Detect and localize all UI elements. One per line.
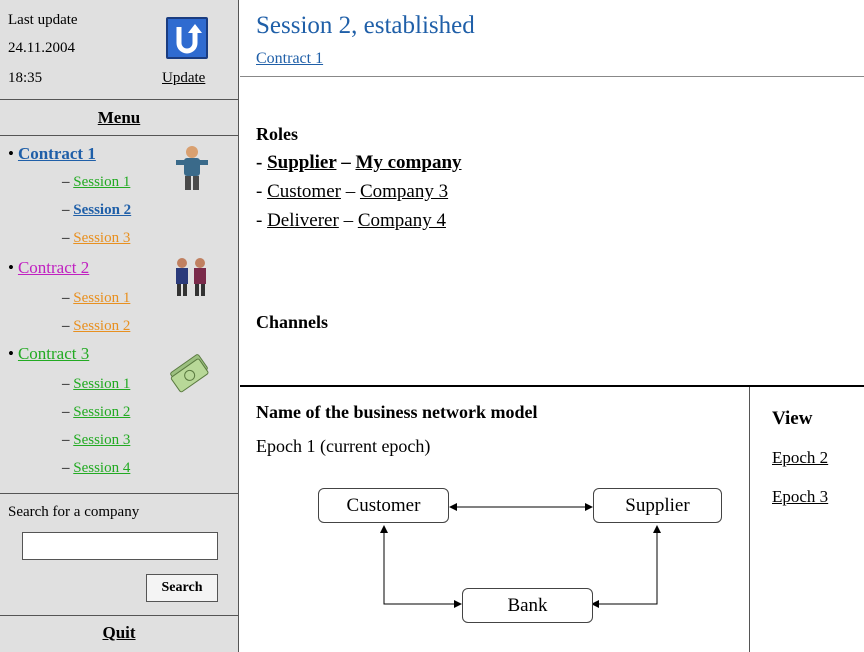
session-link[interactable]: Session 2 [73,318,130,334]
company-link[interactable]: Company 4 [358,210,446,231]
session-link[interactable]: Session 1 [73,174,130,190]
contract-1-session-1[interactable]: – Session 1 [62,174,130,191]
network-model-heading: Name of the business network model [256,402,538,422]
supplier-bank-connector [591,525,661,608]
search-label: Search for a company [8,504,140,520]
session-link[interactable]: Session 2 [73,404,130,420]
menu-title-text: Menu [97,108,141,127]
epoch-3-link[interactable]: Epoch 3 [772,487,828,507]
session-link[interactable]: Session 3 [73,432,130,448]
session-link[interactable]: Session 1 [73,290,130,306]
last-update-label: Last update [8,12,78,28]
worker-icon [176,146,208,190]
company-link[interactable]: My company [355,152,461,173]
epoch-2-link[interactable]: Epoch 2 [772,448,828,468]
contract-3-session-1[interactable]: – Session 1 [62,376,130,393]
bank-node: Bank [462,588,593,623]
sidebar: Last update 24.11.2004 18:35 Update Menu… [0,0,239,652]
contract-3-session-2[interactable]: – Session 2 [62,404,130,421]
search-button[interactable]: Search [146,574,218,602]
contract-2-item[interactable]: • Contract 2 [8,258,89,278]
customer-node: Customer [318,488,449,523]
current-epoch-label: Epoch 1 (current epoch) [256,436,431,456]
role-link[interactable]: Supplier [267,152,336,173]
role-link[interactable]: Deliverer [267,210,339,231]
update-arrow-icon[interactable] [166,17,208,59]
supplier-node: Supplier [593,488,722,523]
contract-2-session-2[interactable]: – Session 2 [62,318,130,335]
contract-1-session-3[interactable]: – Session 3 [62,230,130,247]
vertical-divider [749,387,750,652]
role-row-supplier: - Supplier – My company [256,152,462,173]
session-link[interactable]: Session 1 [73,376,130,392]
channels-heading: Channels [256,312,329,332]
last-update-time: 18:35 [8,70,43,86]
contract-menu: • Contract 1 – Session 1 – Session 2 – Se… [0,136,238,494]
contract-3-session-3[interactable]: – Session 3 [62,432,130,449]
contract-3-session-4[interactable]: – Session 4 [62,460,130,477]
session-link[interactable]: Session 4 [73,460,130,476]
view-heading: View [772,408,813,429]
role-row-customer: - Customer – Company 3 [256,181,449,202]
section-divider [240,385,864,387]
page-title: Session 2, established [256,12,475,39]
contract-3-item[interactable]: • Contract 3 [8,344,89,364]
role-link[interactable]: Customer [267,181,341,202]
quit-panel: Quit [0,616,238,652]
money-icon [170,354,209,393]
role-row-deliverer: - Deliverer – Company 4 [256,210,446,231]
session-link[interactable]: Session 3 [73,230,130,246]
contract-2-link[interactable]: Contract 2 [18,258,89,277]
people-group-icon [176,258,206,296]
contract-3-link[interactable]: Contract 3 [18,344,89,363]
contract-1-item[interactable]: • Contract 1 [8,144,96,164]
search-panel: Search for a company Search [0,494,238,616]
update-button[interactable]: Update [162,70,205,87]
company-link[interactable]: Company 3 [360,181,448,202]
contract-2-session-1[interactable]: – Session 1 [62,290,130,307]
customer-bank-connector [380,525,462,608]
roles-heading: Roles [256,124,298,144]
contract-link[interactable]: Contract 1 [256,50,323,68]
quit-button[interactable]: Quit [102,623,135,643]
last-update-date: 24.11.2004 [8,40,75,56]
contract-1-session-2[interactable]: – Session 2 [62,202,131,219]
session-link[interactable]: Session 2 [73,202,131,218]
search-input[interactable] [22,532,218,560]
divider [240,76,864,77]
contract-1-link[interactable]: Contract 1 [18,144,96,163]
menu-title: Menu [0,100,238,136]
last-update-panel: Last update 24.11.2004 18:35 Update [0,0,238,100]
